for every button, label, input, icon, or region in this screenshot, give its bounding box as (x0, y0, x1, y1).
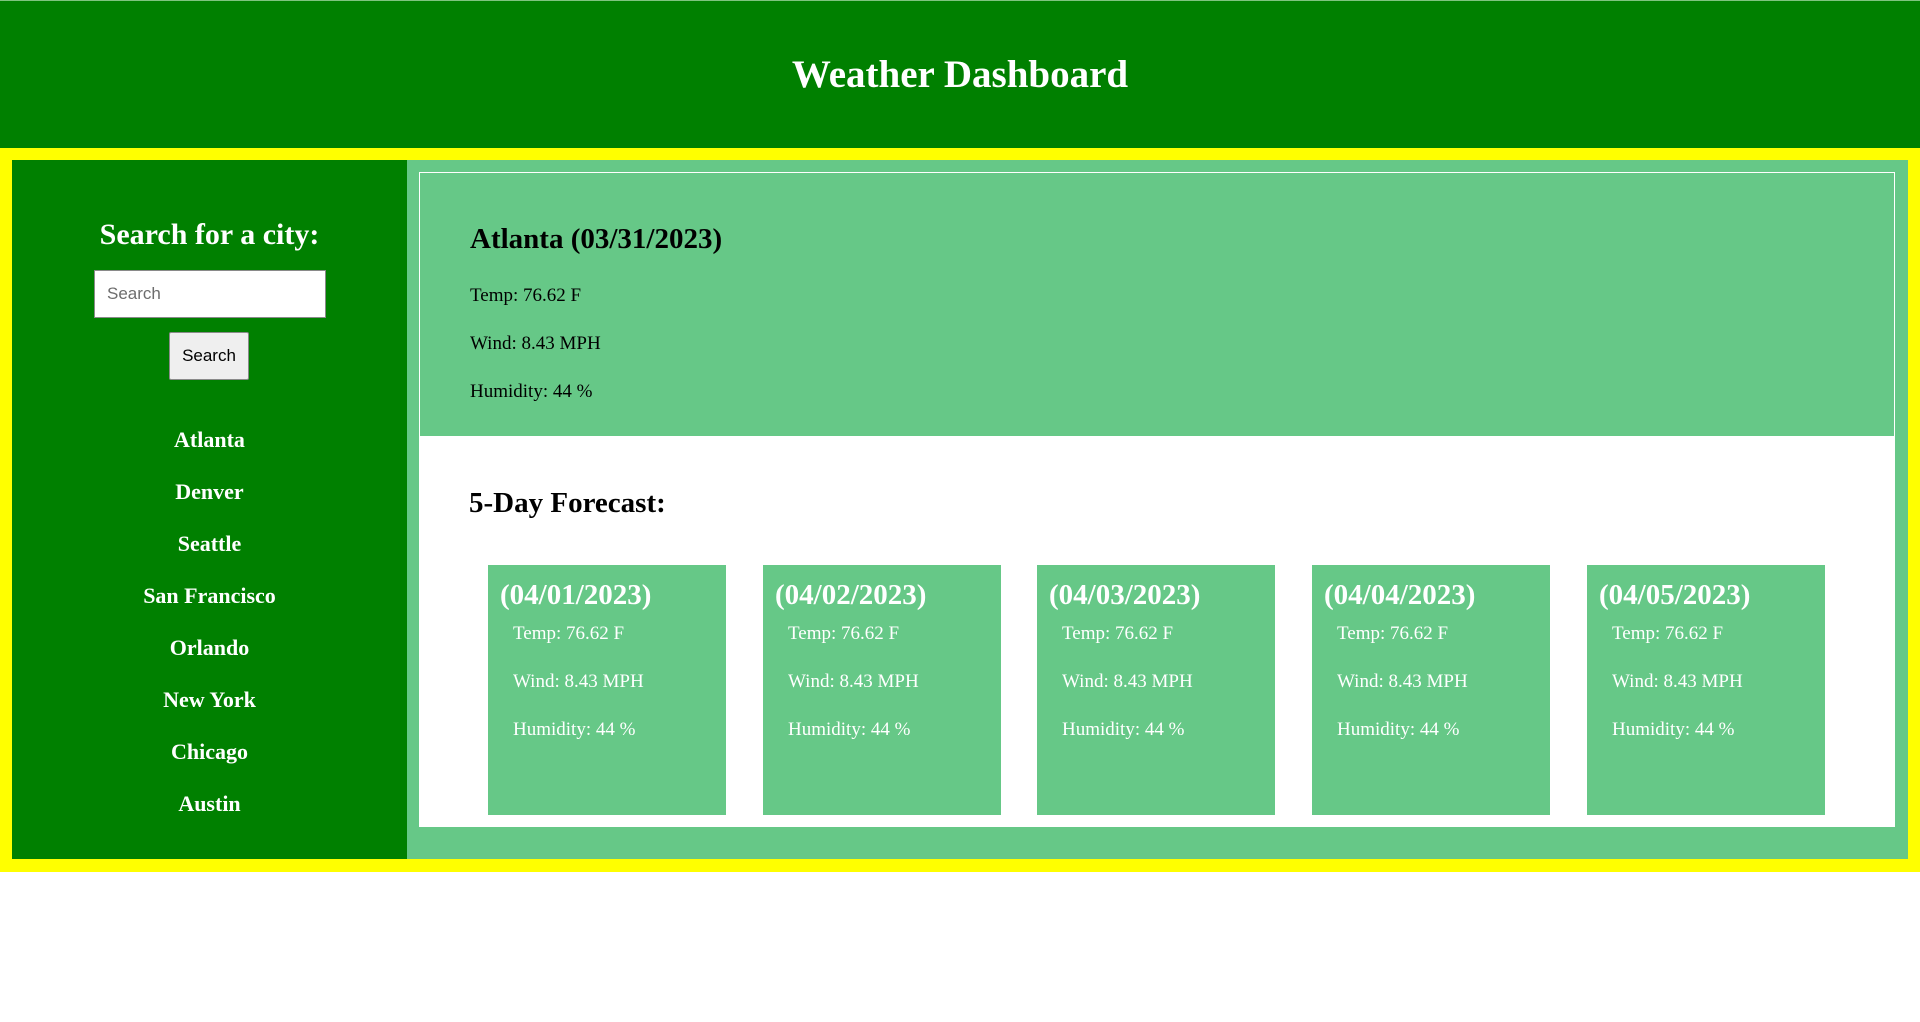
forecast-section: 5-Day Forecast: (04/01/2023) Temp: 76.62… (419, 436, 1895, 827)
current-humidity: Humidity: 44 % (470, 381, 593, 402)
search-button[interactable]: Search (169, 332, 249, 380)
city-button-denver[interactable]: Denver (12, 480, 407, 532)
city-button-atlanta[interactable]: Atlanta (12, 428, 407, 480)
forecast-heading: 5-Day Forecast: (469, 487, 666, 519)
forecast-temp: Temp: 76.62 F (1062, 623, 1174, 644)
forecast-wind: Wind: 8.43 MPH (1337, 671, 1468, 692)
city-history-list: Atlanta Denver Seattle San Francisco Orl… (12, 428, 407, 844)
search-heading: Search for a city: (99, 218, 320, 251)
forecast-temp: Temp: 76.62 F (513, 623, 625, 644)
forecast-card: (04/03/2023) Temp: 76.62 F Wind: 8.43 MP… (1037, 565, 1275, 815)
forecast-card: (04/04/2023) Temp: 76.62 F Wind: 8.43 MP… (1312, 565, 1550, 815)
dashboard-frame: Search for a city: Search Atlanta Denver… (0, 148, 1920, 872)
forecast-card: (04/02/2023) Temp: 76.62 F Wind: 8.43 MP… (763, 565, 1001, 815)
forecast-card: (04/01/2023) Temp: 76.62 F Wind: 8.43 MP… (488, 565, 726, 815)
main-panel: Atlanta (03/31/2023) Temp: 76.62 F Wind:… (407, 160, 1908, 859)
forecast-date: (04/04/2023) (1324, 579, 1476, 611)
current-wind: Wind: 8.43 MPH (470, 333, 601, 354)
forecast-date: (04/02/2023) (775, 579, 927, 611)
forecast-date: (04/03/2023) (1049, 579, 1201, 611)
city-button-chicago[interactable]: Chicago (12, 740, 407, 792)
forecast-temp: Temp: 76.62 F (1612, 623, 1724, 644)
city-button-seattle[interactable]: Seattle (12, 532, 407, 584)
forecast-wind: Wind: 8.43 MPH (1062, 671, 1193, 692)
forecast-humidity: Humidity: 44 % (513, 719, 636, 740)
page-header: Weather Dashboard (0, 0, 1920, 148)
forecast-humidity: Humidity: 44 % (1612, 719, 1735, 740)
city-button-austin[interactable]: Austin (12, 792, 407, 844)
city-button-san-francisco[interactable]: San Francisco (12, 584, 407, 636)
forecast-date: (04/05/2023) (1599, 579, 1751, 611)
forecast-humidity: Humidity: 44 % (1337, 719, 1460, 740)
forecast-wind: Wind: 8.43 MPH (1612, 671, 1743, 692)
city-button-orlando[interactable]: Orlando (12, 636, 407, 688)
current-city-title: Atlanta (03/31/2023) (470, 223, 723, 255)
current-weather-card: Atlanta (03/31/2023) Temp: 76.62 F Wind:… (419, 172, 1895, 436)
forecast-date: (04/01/2023) (500, 579, 652, 611)
forecast-temp: Temp: 76.62 F (1337, 623, 1449, 644)
forecast-wind: Wind: 8.43 MPH (788, 671, 919, 692)
forecast-temp: Temp: 76.62 F (788, 623, 900, 644)
forecast-humidity: Humidity: 44 % (1062, 719, 1185, 740)
forecast-card: (04/05/2023) Temp: 76.62 F Wind: 8.43 MP… (1587, 565, 1825, 815)
sidebar: Search for a city: Search Atlanta Denver… (12, 160, 407, 859)
search-input[interactable] (94, 270, 326, 318)
current-temp: Temp: 76.62 F (470, 285, 582, 306)
page-title: Weather Dashboard (791, 53, 1129, 96)
city-button-new-york[interactable]: New York (12, 688, 407, 740)
forecast-wind: Wind: 8.43 MPH (513, 671, 644, 692)
forecast-humidity: Humidity: 44 % (788, 719, 911, 740)
